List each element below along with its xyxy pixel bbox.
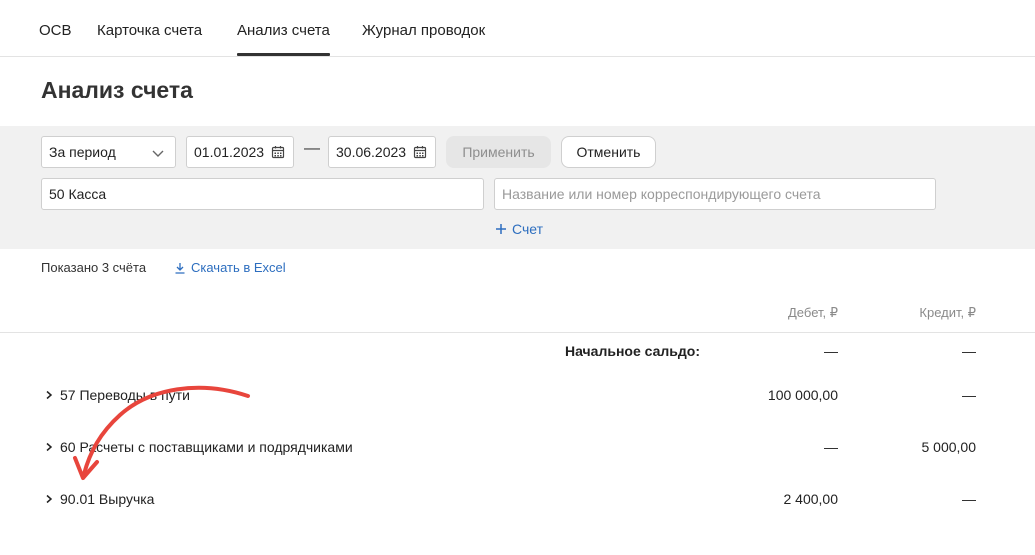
download-icon — [175, 262, 185, 274]
download-excel-label: Скачать в Excel — [191, 260, 286, 275]
page-title: Анализ счета — [41, 77, 193, 103]
corr-account-placeholder: Название или номер корреспондирующего сч… — [502, 186, 821, 202]
period-select[interactable]: За период — [41, 136, 176, 168]
row-account-label: 90.01 Выручка — [60, 491, 155, 507]
table-header-divider — [0, 332, 1035, 333]
account-input-value: 50 Касса — [49, 186, 107, 202]
row-credit: — — [962, 491, 976, 507]
tab-bar: ОСВ Карточка счета Анализ счета Журнал п… — [0, 0, 1035, 57]
chevron-right-icon[interactable] — [44, 442, 54, 452]
tab-journal[interactable]: Журнал проводок — [362, 22, 485, 39]
row-debit: 100 000,00 — [767, 387, 838, 403]
account-input[interactable]: 50 Касса — [41, 178, 484, 210]
table-row[interactable]: 57 Переводы в пути — [44, 387, 190, 403]
tab-account-analysis[interactable]: Анализ счета — [237, 22, 330, 56]
date-to-input[interactable]: 30.06.2023 — [328, 136, 436, 168]
chevron-right-icon[interactable] — [44, 494, 54, 504]
date-to-value: 30.06.2023 — [336, 144, 407, 160]
calendar-icon[interactable] — [271, 145, 285, 159]
add-account-button[interactable]: Счет — [495, 221, 543, 237]
period-select-value: За период — [49, 144, 116, 160]
chevron-right-icon[interactable] — [44, 390, 54, 400]
chevron-down-icon — [152, 150, 164, 157]
tab-account-card[interactable]: Карточка счета — [97, 22, 202, 39]
opening-balance-credit: — — [962, 343, 976, 359]
date-from-value: 01.01.2023 — [194, 144, 265, 160]
plus-icon — [496, 224, 506, 234]
cancel-button[interactable]: Отменить — [561, 136, 656, 168]
date-range-separator: — — [304, 140, 320, 157]
table-row[interactable]: 90.01 Выручка — [44, 491, 154, 507]
column-credit: Кредит, ₽ — [919, 305, 976, 320]
row-account-label: 60 Расчеты с поставщиками и подрядчиками — [60, 439, 353, 455]
calendar-icon[interactable] — [413, 145, 427, 159]
date-from-input[interactable]: 01.01.2023 — [186, 136, 294, 168]
row-credit: — — [962, 387, 976, 403]
corr-account-input[interactable]: Название или номер корреспондирующего сч… — [494, 178, 936, 210]
opening-balance-debit: — — [824, 343, 838, 359]
tab-osv[interactable]: ОСВ — [39, 22, 72, 39]
shown-count: Показано 3 счёта — [41, 260, 147, 275]
column-debit: Дебет, ₽ — [788, 305, 838, 320]
row-account-label: 57 Переводы в пути — [60, 387, 190, 403]
row-debit: — — [824, 439, 838, 455]
add-account-label: Счет — [512, 221, 543, 237]
row-debit: 2 400,00 — [783, 491, 839, 507]
opening-balance-label: Начальное сальдо: — [565, 343, 700, 359]
row-credit: 5 000,00 — [921, 439, 977, 455]
download-excel-link[interactable]: Скачать в Excel — [174, 260, 286, 275]
table-row[interactable]: 60 Расчеты с поставщиками и подрядчиками — [44, 439, 353, 455]
apply-button[interactable]: Применить — [446, 136, 551, 168]
